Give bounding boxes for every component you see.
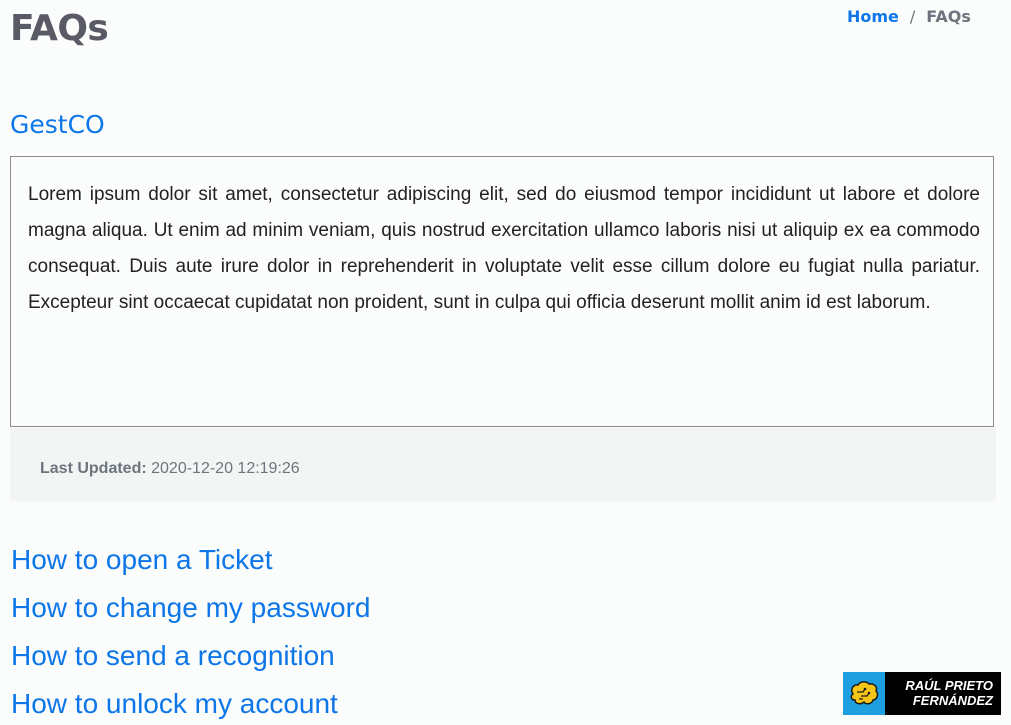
breadcrumb-separator: / bbox=[909, 7, 916, 26]
article-title: GestCO bbox=[10, 110, 105, 139]
faq-list-item: How to send a recognition bbox=[11, 634, 371, 682]
breadcrumb-current: FAQs bbox=[926, 7, 971, 26]
faq-list-item: How to open a Ticket bbox=[11, 538, 371, 586]
faq-link-change-password[interactable]: How to change my password bbox=[11, 592, 371, 623]
brand-name: RAÚL PRIETO FERNÁNDEZ bbox=[885, 672, 1001, 715]
last-updated: Last Updated: 2020-12-20 12:19:26 bbox=[40, 460, 300, 478]
faq-link-list: How to open a Ticket How to change my pa… bbox=[11, 538, 371, 725]
faq-link-send-recognition[interactable]: How to send a recognition bbox=[11, 640, 335, 671]
last-updated-value: 2020-12-20 12:19:26 bbox=[151, 460, 300, 477]
faq-page: FAQs Home / FAQs GestCO Lorem ipsum dolo… bbox=[0, 0, 1011, 725]
article-body-text: Lorem ipsum dolor sit amet, consectetur … bbox=[28, 184, 980, 313]
author-brand-badge[interactable]: RAÚL PRIETO FERNÁNDEZ bbox=[843, 672, 1001, 715]
faq-link-unlock-account[interactable]: How to unlock my account bbox=[11, 688, 338, 719]
brand-name-line1: RAÚL PRIETO bbox=[905, 678, 993, 693]
faq-list-item: How to change my password bbox=[11, 586, 371, 634]
brand-name-line2: FERNÁNDEZ bbox=[912, 693, 993, 708]
breadcrumb: Home / FAQs bbox=[847, 7, 971, 26]
brain-circuit-icon bbox=[843, 672, 885, 715]
article-body-box: Lorem ipsum dolor sit amet, consectetur … bbox=[10, 156, 994, 427]
last-updated-bar: Last Updated: 2020-12-20 12:19:26 bbox=[10, 428, 996, 501]
breadcrumb-home-link[interactable]: Home bbox=[847, 7, 899, 26]
faq-link-open-ticket[interactable]: How to open a Ticket bbox=[11, 544, 272, 575]
faq-list-item: How to unlock my account bbox=[11, 682, 371, 725]
page-title: FAQs bbox=[10, 8, 109, 49]
last-updated-label: Last Updated: bbox=[40, 460, 147, 477]
